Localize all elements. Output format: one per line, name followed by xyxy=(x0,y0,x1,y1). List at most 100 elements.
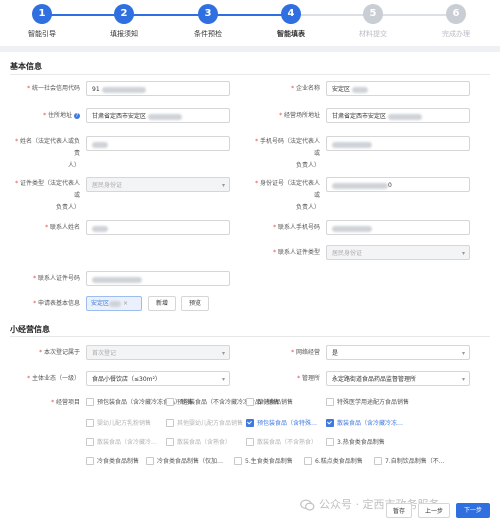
step-label: 完成办理 xyxy=(442,30,470,38)
id-number-input[interactable]: 0 xyxy=(326,177,470,192)
close-icon[interactable]: × xyxy=(123,300,128,307)
next-step-button[interactable]: 下一步 xyxy=(456,503,490,518)
step-notice[interactable]: 2 填报须知 xyxy=(94,4,154,39)
registration-type-label: * 本次登记属于 xyxy=(39,349,80,356)
chevron-down-icon: ▾ xyxy=(461,350,465,357)
chevron-down-icon: ▾ xyxy=(461,376,465,383)
step-number: 2 xyxy=(114,4,134,24)
step-label: 条件预检 xyxy=(194,30,222,38)
credit-code-input[interactable]: 91 xyxy=(86,81,230,96)
prev-step-button[interactable]: 上一步 xyxy=(418,503,450,518)
step-smart-fill[interactable]: 4 智能填表 xyxy=(261,4,321,39)
scope-checkbox[interactable]: 散装食品（含冷藏冷冻… xyxy=(326,418,403,428)
section-title-small-biz: 小经营信息 xyxy=(10,325,50,334)
phone-input[interactable] xyxy=(326,136,470,151)
biz-address-label: * 经营场所地址 xyxy=(279,112,320,119)
scope-checkbox[interactable]: 3.热食类食品制售 xyxy=(326,437,385,447)
preview-button[interactable]: 预览 xyxy=(181,296,209,311)
chevron-down-icon: ▾ xyxy=(461,250,465,257)
id-type-label: * 证件类型（法定代表人或 负责人） xyxy=(15,180,80,211)
address-label: * 住所地址? xyxy=(43,112,80,119)
scope-checkbox: 散装食品（含熟食） xyxy=(166,437,231,447)
step-label: 材料提交 xyxy=(359,30,387,38)
main-form-select[interactable]: 食品小餐饮店（≤30m²） ▾ xyxy=(86,371,230,386)
contact-id-type-select: 居民身份证 ▾ xyxy=(326,245,470,260)
scope-checkbox[interactable]: 冷食类食品制售 xyxy=(86,456,139,466)
step-label: 填报须知 xyxy=(110,30,138,38)
checkbox-icon xyxy=(166,418,174,427)
checkbox-icon xyxy=(234,456,242,465)
biz-address-input[interactable]: 甘肃省定西市安定区 xyxy=(326,108,470,123)
checkbox-icon xyxy=(246,437,254,446)
save-draft-button[interactable]: 暂存 xyxy=(386,503,412,518)
checkbox-checked-icon xyxy=(246,418,254,427)
checkbox-icon xyxy=(166,397,174,406)
step-precheck[interactable]: 3 条件预检 xyxy=(178,4,238,39)
scope-checkbox[interactable]: 预包装食品（含特殊… xyxy=(246,418,317,428)
registration-type-select: 首次登记 ▾ xyxy=(86,345,230,360)
main-form-label: * 主体业态（一级） xyxy=(27,375,80,382)
id-type-select: 居民身份证 ▾ xyxy=(86,177,230,192)
section-rule xyxy=(10,74,490,75)
checkbox-icon xyxy=(86,397,94,406)
checkbox-icon xyxy=(326,397,334,406)
step-number: 6 xyxy=(446,4,466,24)
step-materials: 5 材料提交 xyxy=(343,4,403,39)
step-guide[interactable]: 1 智能引导 xyxy=(12,4,72,39)
checkbox-icon xyxy=(374,456,382,465)
checkbox-icon xyxy=(326,437,334,446)
contact-phone-input[interactable] xyxy=(326,220,470,235)
contact-name-input[interactable] xyxy=(86,220,230,235)
applicant-tag[interactable]: 安定区 × xyxy=(86,296,142,311)
credit-code-label: * 统一社会信用代码 xyxy=(27,85,80,92)
section-title-basic: 基本信息 xyxy=(10,62,42,71)
name-label: * 姓名（法定代表人或负责 人） xyxy=(15,138,80,169)
company-name-input[interactable]: 安定区 xyxy=(326,81,470,96)
step-label: 智能填表 xyxy=(277,30,305,38)
scope-label: * 经营项目 xyxy=(51,399,80,406)
scope-checkbox[interactable]: 7.自制饮品制售（不… xyxy=(374,456,445,466)
id-number-label: * 身份证号（法定代表人或 负责人） xyxy=(255,180,320,211)
scope-checkbox: 散装食品（不含熟食） xyxy=(246,437,317,447)
chevron-down-icon: ▾ xyxy=(221,182,225,189)
chevron-down-icon: ▾ xyxy=(221,350,225,357)
wechat-icon xyxy=(300,499,315,511)
checkbox-icon xyxy=(86,437,94,446)
chevron-down-icon: ▾ xyxy=(221,376,225,383)
step-number: 5 xyxy=(363,4,383,24)
scope-checkbox[interactable]: 特殊医学用途配方食品销售 xyxy=(326,397,409,407)
authority-select[interactable]: 永定路街道食品药品监督管理所 ▾ xyxy=(326,371,470,386)
step-label: 智能引导 xyxy=(28,30,56,38)
contact-id-number-input[interactable] xyxy=(86,271,230,286)
online-label: * 网络经营 xyxy=(291,349,320,356)
checkbox-icon xyxy=(304,456,312,465)
scope-checkbox[interactable]: 6.糕点类食品制售 xyxy=(304,456,363,466)
scope-checkbox[interactable]: 保健食品销售 xyxy=(246,397,293,407)
checkbox-checked-icon xyxy=(326,418,334,427)
step-number: 4 xyxy=(281,4,301,24)
authority-label: * 管理所 xyxy=(297,375,320,382)
help-icon[interactable]: ? xyxy=(74,113,80,119)
contact-id-type-label: * 联系人证件类型 xyxy=(273,249,320,256)
scope-checkbox: 散装食品（含冷藏冷… xyxy=(86,437,157,447)
step-complete: 6 完成办理 xyxy=(426,4,486,39)
section-rule xyxy=(10,336,490,337)
contact-name-label: * 联系人姓名 xyxy=(45,224,80,231)
scope-checkbox[interactable]: 5.生食类食品制售 xyxy=(234,456,293,466)
scope-checkbox: 其他婴幼儿配方食品销售 xyxy=(166,418,243,428)
checkbox-icon xyxy=(146,456,154,465)
add-button[interactable]: 新增 xyxy=(148,296,176,311)
contact-id-number-label: * 联系人证件号码 xyxy=(33,275,80,282)
name-input[interactable] xyxy=(86,136,230,151)
checkbox-icon xyxy=(86,418,94,427)
address-input[interactable]: 甘肃省定西市安定区 xyxy=(86,108,230,123)
company-name-label: * 企业名称 xyxy=(291,85,320,92)
online-select[interactable]: 是 ▾ xyxy=(326,345,470,360)
scope-checkbox[interactable]: 冷食类食品制售（仅加… xyxy=(146,456,223,466)
contact-phone-label: * 联系人手机号码 xyxy=(273,224,320,231)
progress-stepper: 1 智能引导 2 填报须知 3 条件预检 4 智能填表 5 材料提交 6 完成办… xyxy=(0,0,500,46)
step-number: 1 xyxy=(32,4,52,24)
step-number: 3 xyxy=(198,4,218,24)
phone-label: * 手机号码（法定代表人或 负责人） xyxy=(255,138,320,169)
divider xyxy=(0,46,500,52)
